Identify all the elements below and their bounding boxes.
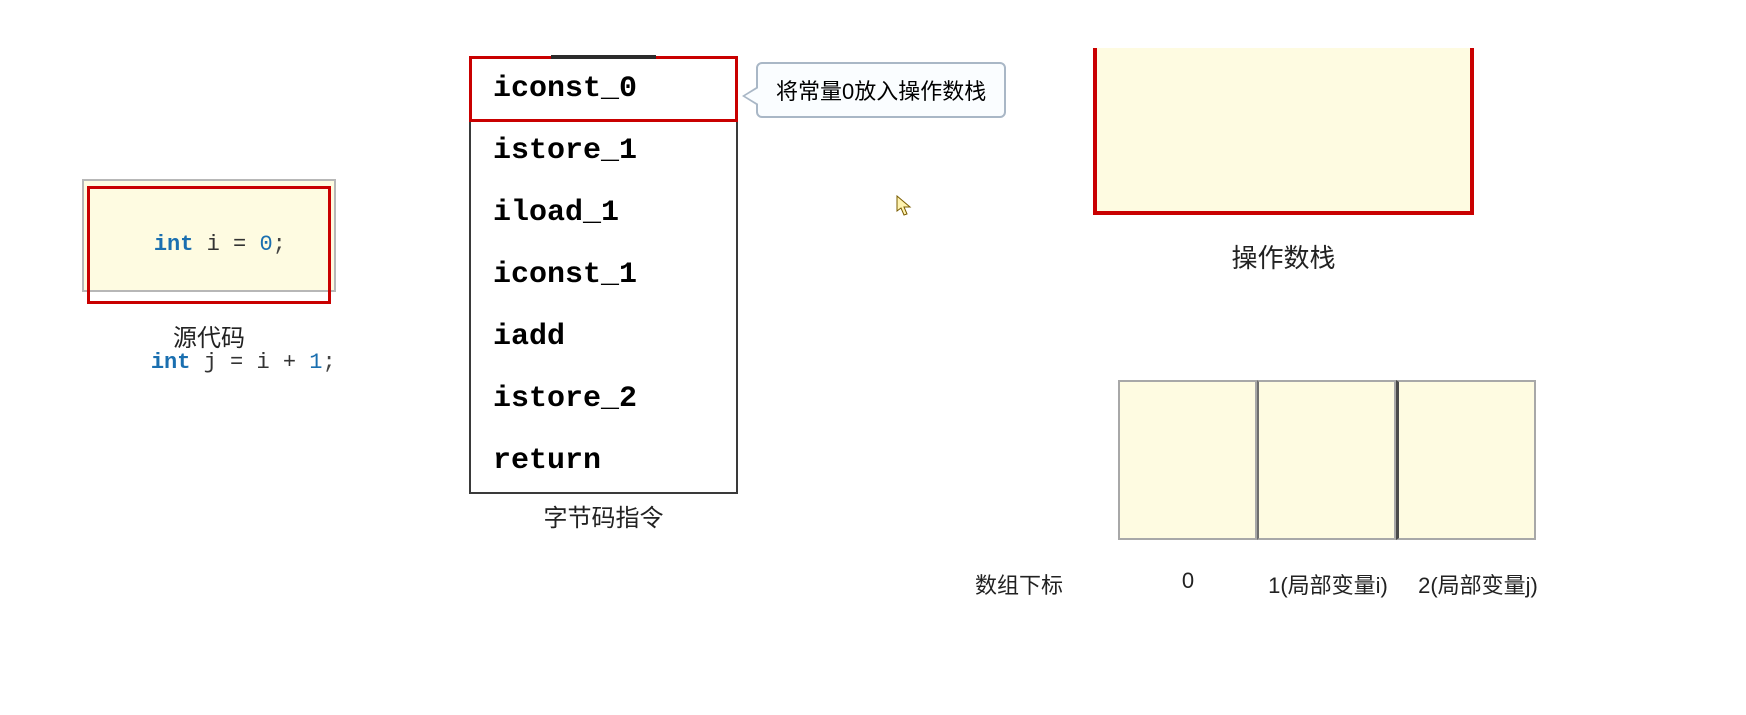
bytecode-line: istore_1 xyxy=(471,120,736,182)
bytecode-label: 字节码指令 xyxy=(469,498,738,533)
source-line-1: int i = 0; xyxy=(87,186,331,304)
source-code-label: 源代码 xyxy=(82,318,336,353)
mouse-cursor-icon xyxy=(896,195,912,217)
bytecode-line: return xyxy=(471,430,736,492)
operand-stack-box xyxy=(1093,48,1474,215)
array-index-label: 数组下标 xyxy=(975,568,1063,600)
keyword-int: int xyxy=(151,350,191,375)
source-code-box: int i = 0; int j = i + 1; xyxy=(82,179,336,292)
lvar-cell-1 xyxy=(1257,380,1396,540)
operand-stack-label: 操作数栈 xyxy=(1093,238,1474,275)
bytecode-line: iload_1 xyxy=(471,182,736,244)
bytecode-line: iadd xyxy=(471,306,736,368)
keyword-int: int xyxy=(154,232,194,257)
instruction-tooltip: 将常量0放入操作数栈 xyxy=(756,62,1006,118)
bytecode-line: iconst_1 xyxy=(471,244,736,306)
array-index-0: 0 xyxy=(1118,568,1258,594)
local-variable-array xyxy=(1118,380,1536,540)
bytecode-line: iconst_0 xyxy=(471,58,736,120)
lvar-cell-2 xyxy=(1396,380,1536,540)
bytecode-box: iconst_0 istore_1 iload_1 iconst_1 iadd … xyxy=(469,57,738,494)
array-index-1: 1(局部变量i) xyxy=(1258,568,1398,600)
lvar-cell-0 xyxy=(1118,380,1257,540)
bytecode-line: istore_2 xyxy=(471,368,736,430)
array-index-2: 2(局部变量j) xyxy=(1398,568,1558,600)
